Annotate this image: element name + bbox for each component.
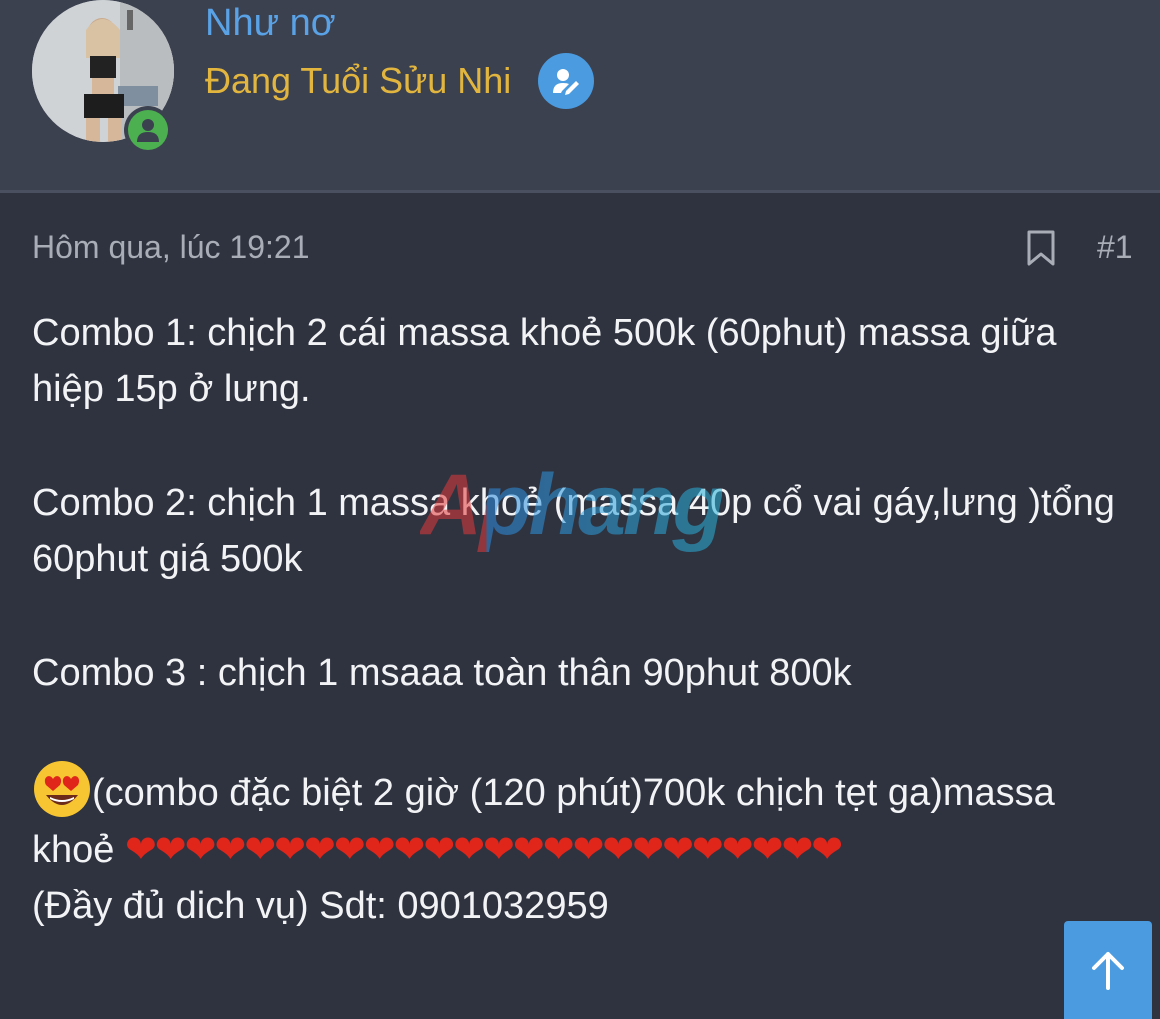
- person-online-icon: [128, 110, 168, 150]
- bookmark-icon[interactable]: [1026, 229, 1056, 267]
- combo-1-text: Combo 1: chịch 2 cái massa khoẻ 500k (60…: [32, 312, 1057, 410]
- contact-text: (Đầy đủ dich vụ) Sdt: 0901032959: [32, 885, 609, 927]
- arrow-up-icon: [1092, 952, 1124, 990]
- user-header: Như nơ Đang Tuổi Sửu Nhi: [0, 0, 1160, 193]
- username[interactable]: Như nơ: [205, 2, 336, 45]
- pencil-user-icon[interactable]: [538, 53, 594, 109]
- special-combo-paragraph: (combo đặc biệt 2 giờ (120 phút)700k chị…: [32, 759, 1132, 878]
- combo-3-text: Combo 3 : chịch 1 msaaa toàn thân 90phut…: [32, 652, 852, 694]
- scroll-to-top-button[interactable]: [1064, 921, 1152, 1019]
- post-content: Combo 1: chịch 2 cái massa khoẻ 500k (60…: [32, 305, 1132, 934]
- heart-eyes-emoji: [32, 759, 92, 819]
- combo-2-text: Combo 2: chịch 1 massa khoẻ (massa 40p c…: [32, 482, 1115, 580]
- hearts-row: ❤❤❤❤❤❤❤❤❤❤❤❤❤❤❤❤❤❤❤❤❤❤❤❤: [124, 827, 843, 871]
- post-timestamp[interactable]: Hôm qua, lúc 19:21: [32, 229, 310, 266]
- online-status: [124, 106, 172, 154]
- user-title: Đang Tuổi Sửu Nhi: [205, 60, 512, 101]
- post-number[interactable]: #1: [1097, 229, 1133, 266]
